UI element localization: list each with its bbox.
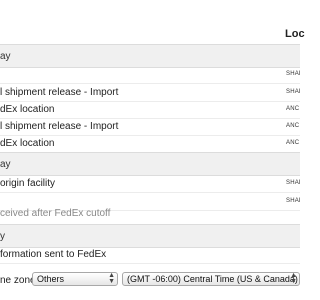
activity-description: dEx location [0, 104, 55, 115]
timezone-select[interactable]: (GMT -06:00) Central Time (US & Canada) … [122, 272, 300, 286]
table-row: dEx location ANC [0, 135, 300, 153]
date-group-label: y [0, 231, 5, 242]
zone-select-value: Others [37, 274, 65, 284]
location-cell: ANC [286, 106, 300, 112]
select-arrows-icon: ▲ ▼ [290, 272, 297, 285]
table-row: origin facility SHAI [0, 175, 301, 193]
footer-spacer [0, 290, 300, 300]
date-group-header: ay [0, 152, 300, 176]
table-row: SHAI [0, 66, 301, 84]
location-cell: SHAI [286, 180, 301, 186]
location-column-header: Loc [285, 28, 305, 40]
zone-select[interactable]: Others ▲ ▼ [32, 272, 118, 286]
date-group-label: ay [0, 51, 11, 62]
activity-description: l shipment release - Import [0, 121, 119, 132]
table-row: formation sent to FedEx [0, 246, 300, 264]
timezone-label: ne zone [0, 275, 36, 286]
date-group-header: y [0, 224, 300, 248]
timezone-select-value: (GMT -06:00) Central Time (US & Canada) [127, 274, 298, 284]
activity-description: formation sent to FedEx [0, 249, 107, 260]
location-cell: SHAI [286, 71, 301, 77]
table-row: l shipment release - Import ANC [0, 118, 300, 136]
table-row: dEx location ANC [0, 101, 300, 119]
date-group-header: ay [0, 44, 300, 68]
activity-description: origin facility [0, 178, 56, 189]
activity-description: dEx location [0, 138, 55, 149]
cutoff-note: ceived after FedEx cutoff [0, 208, 111, 219]
location-cell: SHAI [286, 198, 301, 204]
location-cell: ANC [286, 140, 300, 146]
date-group-label: ay [0, 159, 11, 170]
select-arrows-icon: ▲ ▼ [108, 272, 115, 285]
table-row: l shipment release - Import SHAI [0, 84, 301, 102]
activity-description: l shipment release - Import [0, 87, 119, 98]
location-cell: ANC [286, 123, 300, 129]
location-cell: SHAI [286, 89, 301, 95]
table-header: Loc [0, 0, 305, 44]
